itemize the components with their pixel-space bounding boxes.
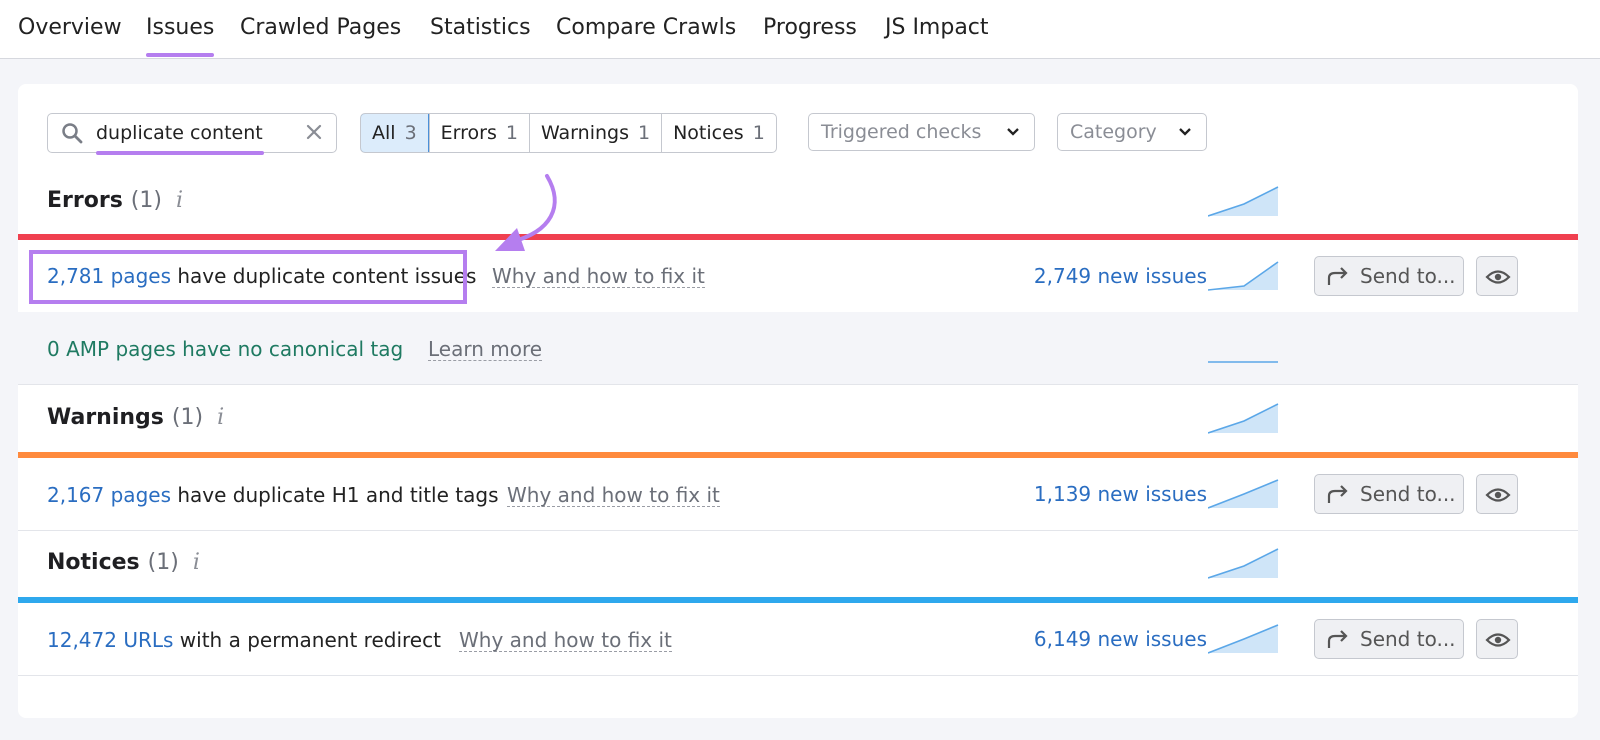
search-input[interactable]: duplicate content xyxy=(47,113,337,155)
issues-card: duplicate content All 3 Errors 1 Warning… xyxy=(18,84,1578,718)
why-fix-link[interactable]: Why and how to fix it xyxy=(507,484,720,507)
issue-row-duplicate-h1: 2,167 pages have duplicate H1 and title … xyxy=(18,458,1578,531)
send-to-button[interactable]: Send to... xyxy=(1314,256,1464,296)
share-arrow-icon xyxy=(1327,485,1348,503)
toggle-visibility-button[interactable] xyxy=(1476,619,1518,659)
toggle-visibility-button[interactable] xyxy=(1476,474,1518,514)
eye-icon xyxy=(1485,488,1511,502)
learn-more-link[interactable]: Learn more xyxy=(428,338,543,361)
filter-count: 1 xyxy=(505,122,518,144)
severity-filter: All 3 Errors 1 Warnings 1 Notices 1 xyxy=(360,113,777,153)
errors-trend-sparkline xyxy=(1208,186,1279,217)
issue-pages-link[interactable]: 2,167 pages xyxy=(47,483,171,507)
triggered-checks-dropdown[interactable]: Triggered checks xyxy=(808,113,1035,151)
issue-trend-sparkline xyxy=(1208,479,1279,509)
close-icon[interactable] xyxy=(304,122,324,142)
issue-row-permanent-redirect: 12,472 URLs with a permanent redirect Wh… xyxy=(18,603,1578,676)
issue-trend-sparkline xyxy=(1208,624,1279,654)
tab-crawled-pages[interactable]: Crawled Pages xyxy=(240,15,401,40)
section-count: (1) xyxy=(130,188,162,213)
issue-row-amp-canonical: 0 AMP pages have no canonical tag Learn … xyxy=(18,312,1578,385)
issue-text: 0 AMP pages have no canonical tag xyxy=(47,337,404,361)
why-fix-link[interactable]: Why and how to fix it xyxy=(459,629,672,652)
eye-icon xyxy=(1485,633,1511,647)
section-title: Notices xyxy=(47,550,140,575)
new-issues-link[interactable]: 6,149 new issues xyxy=(1034,627,1207,651)
tab-compare-crawls[interactable]: Compare Crawls xyxy=(556,15,736,40)
filter-notices[interactable]: Notices 1 xyxy=(661,114,776,152)
search-icon xyxy=(62,123,83,144)
tab-statistics[interactable]: Statistics xyxy=(430,15,531,40)
issue-description: 2,167 pages have duplicate H1 and title … xyxy=(47,483,498,507)
notices-heading: Notices (1) i xyxy=(47,550,200,575)
send-to-label: Send to... xyxy=(1360,482,1456,506)
issue-description: 12,472 URLs with a permanent redirect xyxy=(47,628,441,652)
issue-urls-link[interactable]: 12,472 URLs xyxy=(47,628,173,652)
section-title: Errors xyxy=(47,188,123,213)
warnings-heading: Warnings (1) i xyxy=(47,405,224,430)
notices-trend-sparkline xyxy=(1208,548,1279,579)
filter-count: 3 xyxy=(404,122,417,144)
eye-icon xyxy=(1485,270,1511,284)
search-value: duplicate content xyxy=(96,122,263,144)
send-to-label: Send to... xyxy=(1360,264,1456,288)
highlight-underline xyxy=(96,151,264,155)
info-icon[interactable]: i xyxy=(176,188,183,213)
new-issues-link[interactable]: 1,139 new issues xyxy=(1034,482,1207,506)
category-dropdown[interactable]: Category xyxy=(1057,113,1207,151)
filter-label: All xyxy=(372,122,396,144)
new-issues-link[interactable]: 2,749 new issues xyxy=(1034,264,1207,288)
info-icon[interactable]: i xyxy=(217,405,224,430)
issue-text: have duplicate H1 and title tags xyxy=(170,483,499,507)
send-to-button[interactable]: Send to... xyxy=(1314,474,1464,514)
filter-label: Errors xyxy=(440,122,497,144)
dropdown-label: Category xyxy=(1070,121,1157,143)
section-count: (1) xyxy=(171,405,204,430)
toggle-visibility-button[interactable] xyxy=(1476,256,1518,296)
errors-heading: Errors (1) i xyxy=(47,188,183,213)
chevron-down-icon xyxy=(1007,128,1019,136)
send-to-label: Send to... xyxy=(1360,627,1456,651)
annotation-arrow xyxy=(495,174,557,251)
chevron-down-icon xyxy=(1179,128,1191,136)
filter-count: 1 xyxy=(752,122,765,144)
top-nav: Overview Issues Crawled Pages Statistics… xyxy=(0,0,1600,59)
dropdown-label: Triggered checks xyxy=(821,121,982,143)
section-count: (1) xyxy=(147,550,179,575)
tab-issues[interactable]: Issues xyxy=(146,15,215,57)
section-title: Warnings xyxy=(47,405,164,430)
issue-trend-sparkline xyxy=(1208,261,1279,291)
tab-progress[interactable]: Progress xyxy=(763,15,857,40)
issue-trend-sparkline xyxy=(1208,361,1278,363)
highlight-box xyxy=(29,250,467,304)
filter-errors[interactable]: Errors 1 xyxy=(428,114,529,152)
warnings-trend-sparkline xyxy=(1208,403,1279,434)
filter-all[interactable]: All 3 xyxy=(360,114,429,152)
filter-count: 1 xyxy=(637,122,651,144)
filter-label: Warnings xyxy=(540,122,629,144)
share-arrow-icon xyxy=(1327,630,1348,648)
tab-overview[interactable]: Overview xyxy=(18,15,122,40)
share-arrow-icon xyxy=(1327,267,1348,285)
filter-label: Notices xyxy=(673,122,744,144)
issue-text: with a permanent redirect xyxy=(173,628,441,652)
send-to-button[interactable]: Send to... xyxy=(1314,619,1464,659)
tab-js-impact[interactable]: JS Impact xyxy=(885,15,989,40)
filter-warnings[interactable]: Warnings 1 xyxy=(528,114,661,152)
info-icon[interactable]: i xyxy=(193,550,200,575)
